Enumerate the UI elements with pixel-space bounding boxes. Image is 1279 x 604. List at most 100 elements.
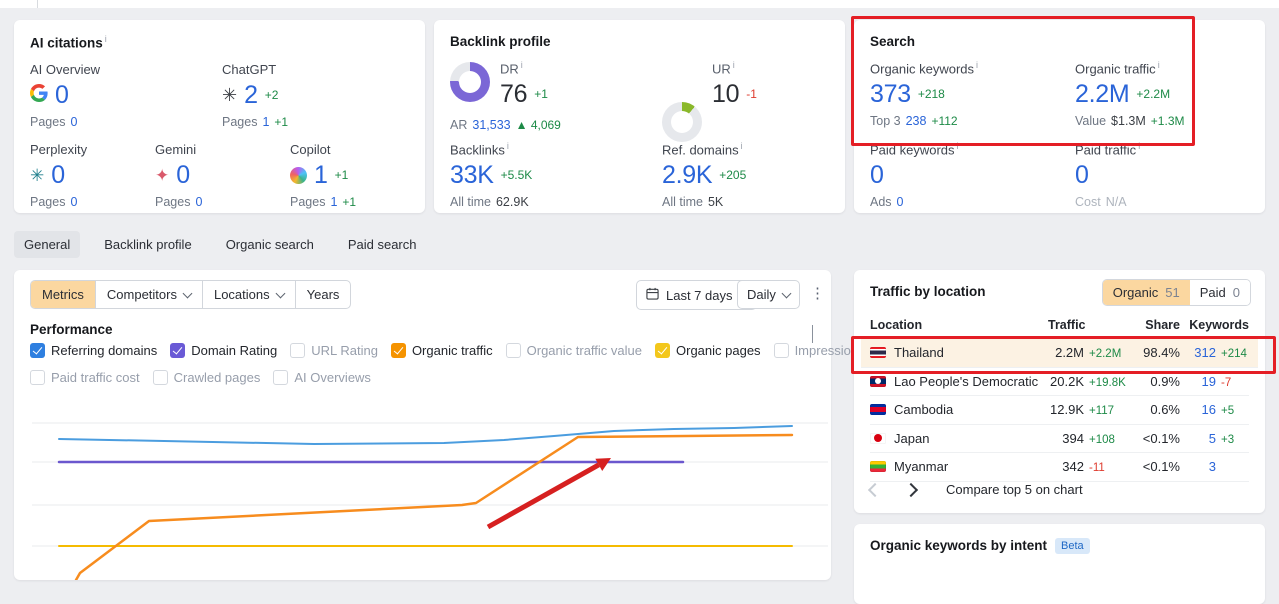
- metric-value[interactable]: 2: [244, 81, 258, 110]
- pages-value[interactable]: 0: [70, 195, 77, 209]
- keywords-value[interactable]: 16: [1202, 402, 1216, 417]
- thailand-flag-icon: [870, 347, 886, 359]
- tab-organic-search[interactable]: Organic search: [216, 231, 324, 258]
- date-range-label: Last 7 days: [666, 287, 733, 303]
- table-row-thailand[interactable]: Thailand 2.2M +2.2M 98.4% 312 +214: [861, 339, 1258, 368]
- ref-domains-value[interactable]: 2.9K: [662, 161, 713, 190]
- organic-toggle-label: Organic: [1112, 285, 1159, 300]
- checkbox-domain-rating[interactable]: Domain Rating: [170, 343, 277, 358]
- years-label: Years: [306, 287, 340, 302]
- keywords-value[interactable]: 19: [1202, 374, 1216, 389]
- checkbox-label: AI Overviews: [294, 370, 371, 385]
- metric-value[interactable]: 0: [51, 161, 65, 190]
- dr-metric: DR i 76 +1: [500, 60, 548, 108]
- more-options-button[interactable]: ⋮: [810, 286, 825, 301]
- ai-citations-card: AI citations i AI Overview 0 Pages 0 ChatG…: [14, 20, 425, 213]
- location-table: Location Traffic Share Keywords Thailand…: [861, 312, 1258, 482]
- organic-keywords-metric: Organic keywords i 373 +218 Top 3 238 +112: [870, 60, 978, 128]
- previous-page-button[interactable]: [867, 482, 883, 497]
- ref-domains-change: +205: [719, 168, 747, 183]
- checkbox-label: Organic traffic: [411, 343, 493, 358]
- ar-change: ▲ 4,069: [515, 118, 561, 132]
- keywords-by-intent-title-text: Organic keywords by intent: [870, 538, 1048, 553]
- ar-value[interactable]: 31,533: [472, 118, 510, 132]
- checkbox-icon: [30, 370, 45, 385]
- top3-value[interactable]: 238: [906, 114, 927, 128]
- checkbox-organic-traffic[interactable]: Organic traffic: [390, 343, 493, 358]
- keywords-value[interactable]: 3: [1209, 459, 1216, 474]
- metric-value[interactable]: 0: [176, 161, 190, 190]
- table-row-cambodia[interactable]: Cambodia 12.9K +117 0.6% 16 +5: [870, 396, 1249, 425]
- chart-filter-group: Metrics Competitors Locations Years: [30, 280, 352, 309]
- checkbox-icon: [273, 370, 289, 385]
- years-button[interactable]: Years: [294, 281, 351, 308]
- alltime-label: All time: [662, 195, 703, 210]
- metrics-button[interactable]: Metrics: [31, 281, 95, 308]
- organic-keywords-value[interactable]: 373: [870, 80, 911, 109]
- compare-top5-link[interactable]: Compare top 5 on chart: [946, 482, 1083, 497]
- location-table-header: Location Traffic Share Keywords: [870, 312, 1249, 339]
- tab-general[interactable]: General: [14, 231, 81, 258]
- ur-change: -1: [746, 87, 757, 102]
- ads-value[interactable]: 0: [897, 195, 904, 209]
- checkbox-organic-pages[interactable]: Organic pages: [655, 343, 761, 358]
- column-keywords[interactable]: Keywords: [1180, 318, 1249, 332]
- next-page-button[interactable]: [903, 482, 919, 497]
- info-icon: i: [976, 60, 979, 70]
- collapse-section-button[interactable]: [812, 325, 813, 343]
- metric-value[interactable]: 1: [314, 161, 328, 190]
- pages-value[interactable]: 1: [262, 115, 269, 129]
- backlinks-value[interactable]: 33K: [450, 161, 494, 190]
- column-share[interactable]: Share: [1130, 318, 1180, 332]
- checkbox-paid-traffic-cost[interactable]: Paid traffic cost: [30, 370, 140, 385]
- checkbox-url-rating[interactable]: URL Rating: [290, 343, 378, 358]
- share-value: 0.6%: [1150, 402, 1180, 418]
- backlinks-metric: Backlinks i 33K +5.5K All time 62.9K: [450, 141, 532, 209]
- organic-toggle-button[interactable]: Organic 51: [1102, 280, 1190, 305]
- info-icon: i: [520, 60, 523, 70]
- traffic-value: 2.2M: [1055, 345, 1084, 361]
- pages-value[interactable]: 0: [195, 195, 202, 209]
- tab-backlink-profile[interactable]: Backlink profile: [94, 231, 201, 258]
- keywords-value[interactable]: 312: [1194, 345, 1216, 360]
- paid-traffic-metric: Paid traffic i 0 Cost N/A: [1075, 141, 1140, 209]
- chatgpt-metric: ChatGPT ✳ 2 +2 Pages 1 +1: [222, 62, 288, 129]
- chatgpt-icon: ✳: [222, 85, 238, 105]
- granularity-dropdown[interactable]: Daily: [737, 280, 800, 309]
- checkbox-organic-traffic-value[interactable]: Organic traffic value: [505, 343, 642, 358]
- column-location[interactable]: Location: [870, 318, 1040, 332]
- traffic-change: +19.8K: [1089, 376, 1126, 389]
- value-amount: $1.3M: [1111, 114, 1146, 129]
- paid-toggle-button[interactable]: Paid 0: [1189, 280, 1250, 305]
- traffic-change: +108: [1089, 433, 1115, 446]
- keywords-by-intent-card: Organic keywords by intent Beta: [854, 524, 1265, 604]
- pages-value[interactable]: 0: [70, 115, 77, 129]
- dr-label: DR: [500, 61, 519, 77]
- metric-change: +1: [334, 168, 349, 182]
- table-row-laos[interactable]: Lao People's Democratic Reput 20.2K +19.8…: [870, 368, 1249, 396]
- ref-domains-metric: Ref. domains i 2.9K +205 All time 5K: [662, 141, 746, 209]
- paid-traffic-value[interactable]: 0: [1075, 161, 1089, 190]
- column-traffic[interactable]: Traffic: [1040, 318, 1130, 332]
- table-row-myanmar[interactable]: Myanmar 342 -11 <0.1% 3: [870, 453, 1249, 482]
- checkbox-impressions[interactable]: Impressions: [773, 343, 865, 358]
- tab-paid-search[interactable]: Paid search: [338, 231, 427, 258]
- pages-value[interactable]: 1: [330, 195, 337, 209]
- keywords-value[interactable]: 5: [1209, 431, 1216, 446]
- info-icon: i: [956, 141, 959, 151]
- share-value: 0.9%: [1150, 373, 1180, 389]
- traffic-value: 12.9K: [1050, 402, 1084, 418]
- checkbox-crawled-pages[interactable]: Crawled pages: [152, 370, 260, 385]
- checkbox-ai-overviews[interactable]: AI Overviews: [273, 370, 371, 385]
- checkbox-referring-domains[interactable]: Referring domains: [30, 343, 157, 358]
- metric-value[interactable]: 0: [55, 81, 69, 110]
- backlinks-change: +5.5K: [500, 168, 533, 183]
- locations-dropdown[interactable]: Locations: [201, 281, 295, 308]
- organic-traffic-value[interactable]: 2.2M: [1075, 80, 1130, 109]
- checkbox-label: Domain Rating: [191, 343, 278, 358]
- table-row-japan[interactable]: Japan 394 +108 <0.1% 5 +3: [870, 425, 1249, 453]
- competitors-dropdown[interactable]: Competitors: [94, 281, 202, 308]
- checkbox-icon: [170, 343, 186, 358]
- paid-keywords-value[interactable]: 0: [870, 161, 884, 190]
- chevron-down-icon: [275, 288, 286, 298]
